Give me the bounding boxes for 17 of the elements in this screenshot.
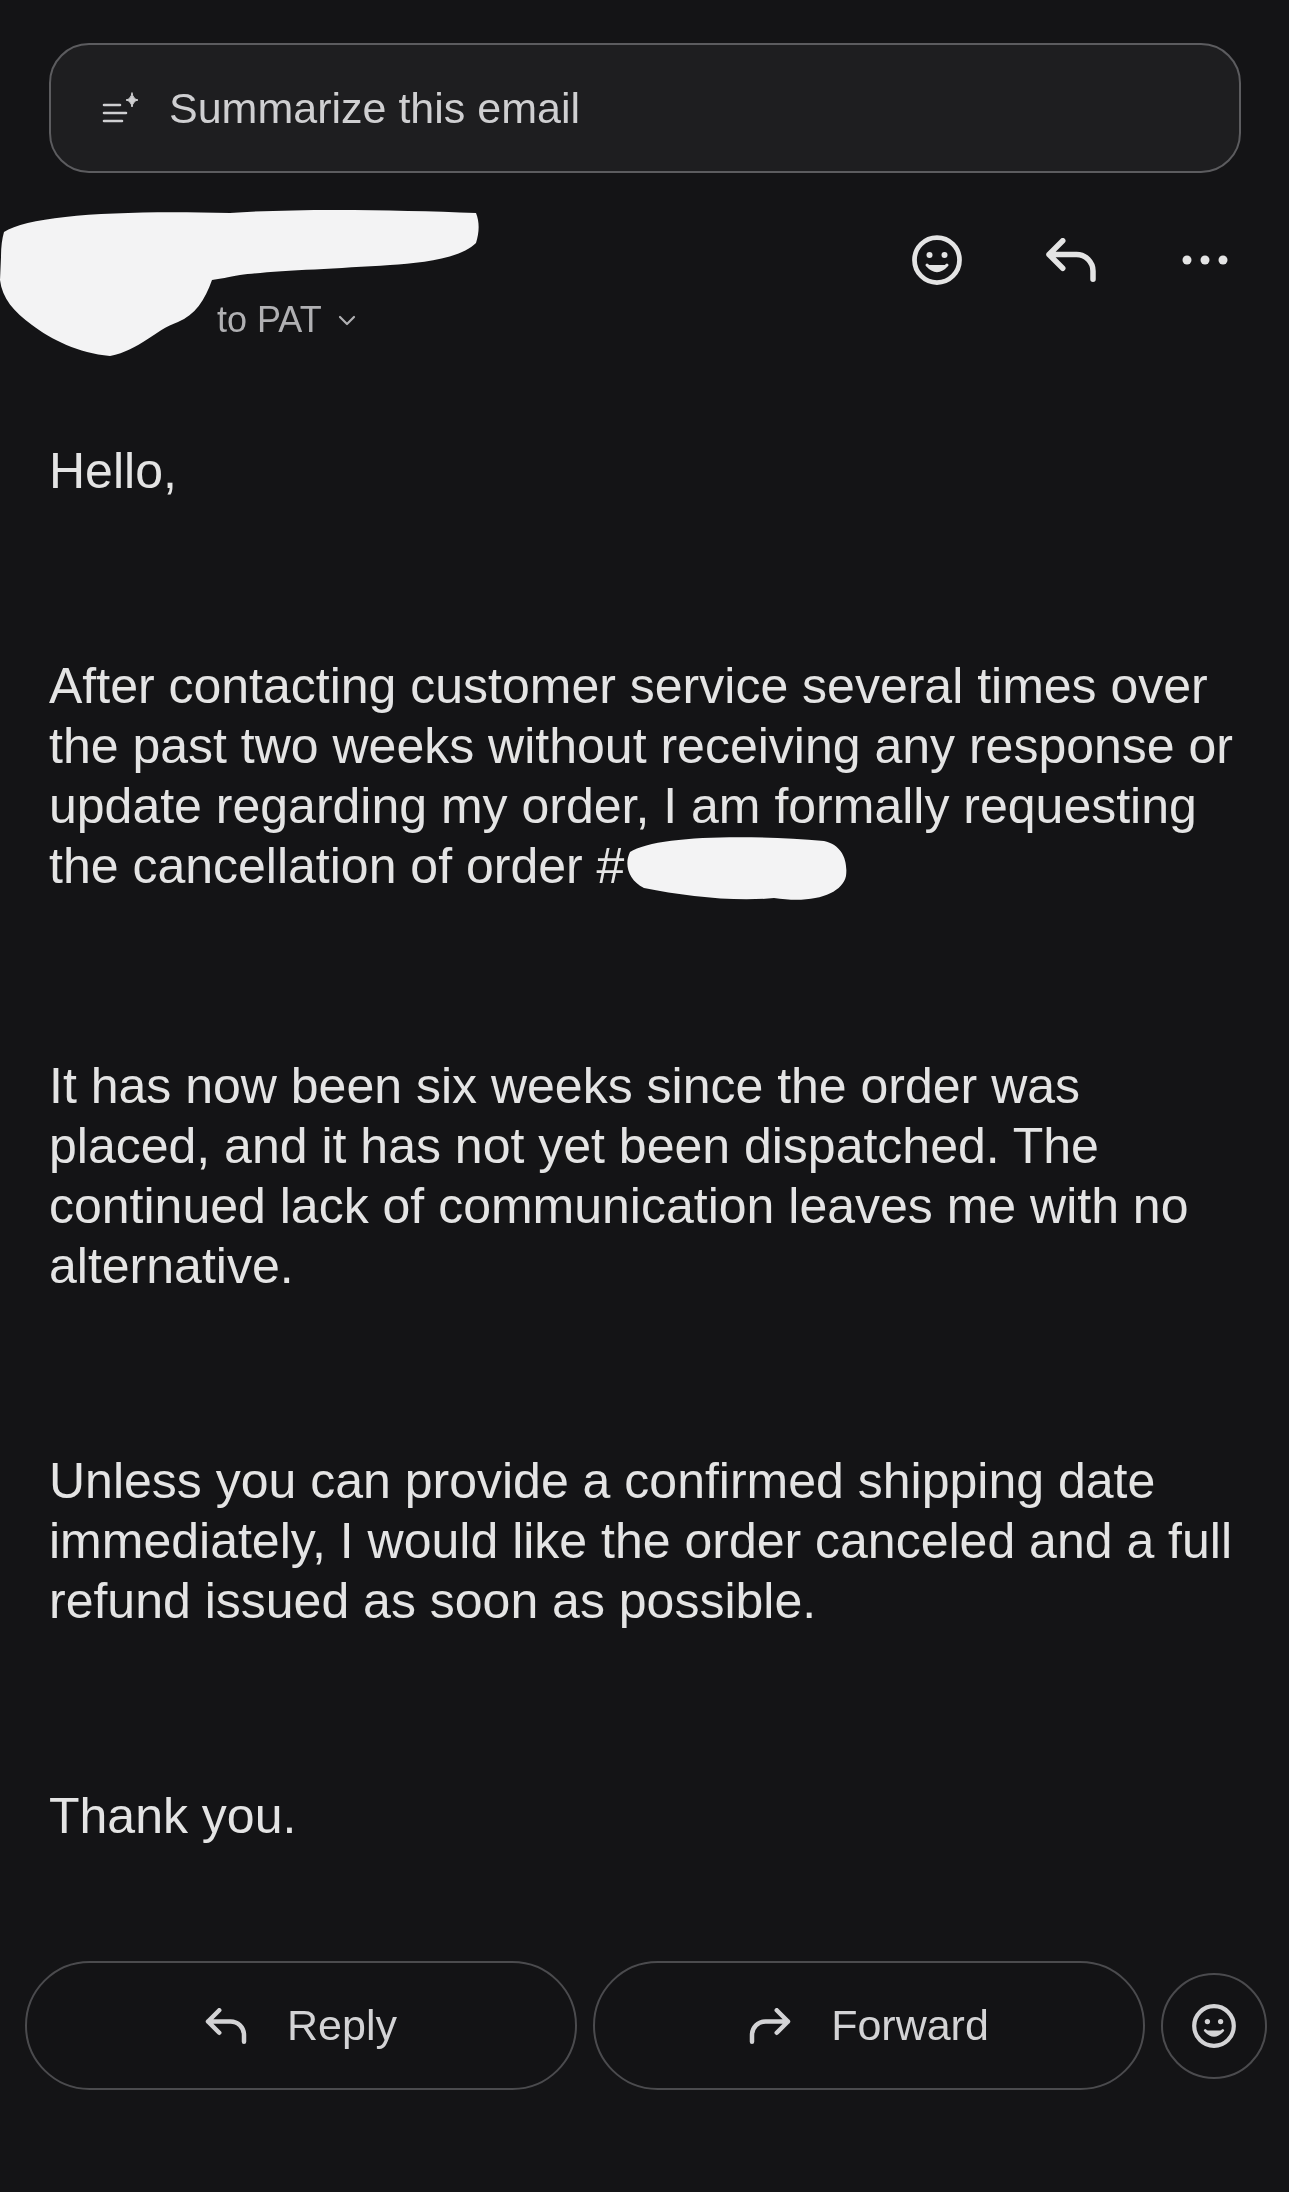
smiley-icon [1192, 2003, 1236, 2048]
body-paragraph: Unless you can provide a confirmed shipping date immediately, I would like the order canceled and a full refund issued as soon as possible. [49, 1453, 1233, 1629]
recipient-dropdown[interactable]: to PAT [217, 299, 356, 341]
smiley-icon [912, 235, 962, 285]
more-dots-icon [1182, 255, 1228, 265]
chevron-down-icon [337, 314, 356, 326]
reply-icon [205, 2007, 248, 2044]
body-paragraph: After contacting customer service several times over the past two weeks without receiving any response or update regarding my order, I am formally requesting the cancellation of order # [49, 658, 1233, 894]
greeting-text: Hello, [49, 443, 177, 499]
summarize-button[interactable]: Summarize this email [49, 43, 1241, 173]
reply-icon [1046, 238, 1096, 282]
forward-button[interactable]: Forward [593, 1961, 1145, 2090]
summary-sparkle-icon [102, 91, 140, 125]
reply-button[interactable]: Reply [25, 1961, 577, 2090]
forward-icon [749, 2007, 792, 2044]
closing-text: Thank you. [49, 1788, 297, 1844]
body-paragraph: It has now been six weeks since the order was placed, and it has not yet been dispatched. The continued lack of communication leaves me with no alternative. [49, 1058, 1189, 1294]
